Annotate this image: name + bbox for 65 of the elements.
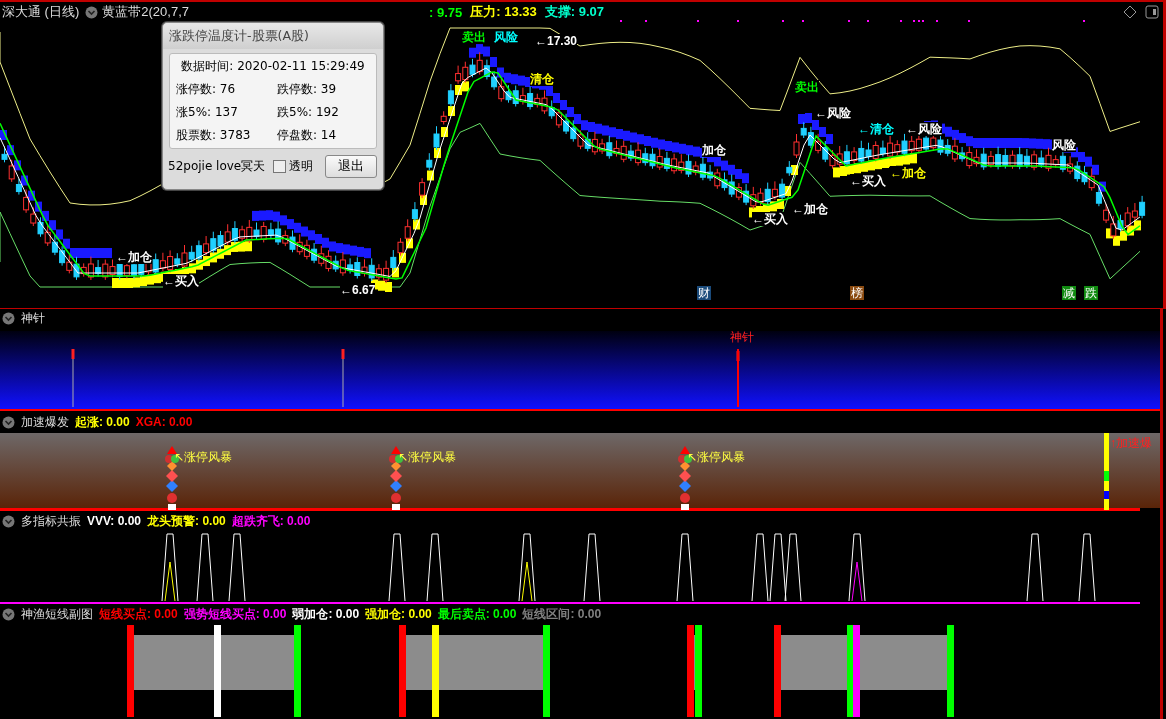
- collapse-icon[interactable]: [2, 607, 15, 621]
- panel-toggle-icon[interactable]: [1145, 5, 1159, 19]
- chart-annotation: ←风险: [815, 106, 851, 120]
- chart-annotation: 加仓: [702, 143, 726, 157]
- chart-annotation: ←17.30: [535, 34, 578, 48]
- legend-value: 弱加仓: 0.00: [292, 605, 360, 623]
- indicator-name: 黄蓝带2(20,7,7: [102, 3, 189, 21]
- exit-button[interactable]: 退出: [325, 155, 377, 178]
- stat-value: 停盘数: 14: [277, 127, 338, 144]
- signal-label: ↖涨停风暴: [687, 449, 746, 466]
- panel-title: 多指标共振: [21, 512, 81, 530]
- collapse-icon[interactable]: [2, 514, 15, 528]
- panel-title: 神渔短线副图: [21, 605, 93, 623]
- collapse-icon[interactable]: [85, 5, 99, 19]
- indicator-reading: 压力: 13.33: [470, 3, 537, 21]
- legend-value: 强势短线买点: 0.00: [183, 605, 287, 623]
- chart-annotation: 风险: [1052, 138, 1076, 152]
- chart-annotation: 卖出: [462, 30, 486, 44]
- chart-annotation: 风险: [494, 30, 518, 44]
- chart-annotation: ←加仓: [792, 202, 828, 216]
- legend-value: 龙头预警: 0.00: [147, 512, 226, 530]
- stat-value: 股票数: 3783: [176, 127, 252, 144]
- stat-value: 跌5%: 192: [277, 104, 340, 121]
- event-badge: 财: [697, 286, 711, 300]
- legend-value: 最后卖点: 0.00: [437, 605, 517, 623]
- chart-annotation: ←清仓: [858, 122, 894, 136]
- chart-annotation: ←买入: [752, 212, 788, 226]
- indicator-reading: 支撑: 9.07: [544, 3, 604, 21]
- chart-annotation: ←加仓: [116, 250, 152, 264]
- chart-annotation: ←风险: [906, 122, 942, 136]
- chart-annotation: 卖出: [795, 80, 819, 94]
- chart-annotation: ←买入: [163, 274, 199, 288]
- event-badge: 减: [1062, 286, 1076, 300]
- chart-annotation: ←6.67: [340, 283, 376, 297]
- indicator-reading: : 9.75: [429, 4, 463, 20]
- signal-label: 神针: [730, 329, 754, 346]
- stock-name: 深大通 (日线): [2, 3, 80, 21]
- legend-value: XGA: 0.00: [135, 415, 193, 429]
- chart-annotation: 清仓: [530, 72, 554, 86]
- stat-value: 跌停数: 39: [277, 81, 338, 98]
- edge-signal-label: ↑加速爆: [1110, 435, 1152, 452]
- transparent-checkbox[interactable]: [273, 160, 287, 173]
- event-badge: 跌: [1084, 286, 1098, 300]
- signal-label: ↖涨停风暴: [174, 449, 233, 466]
- collapse-icon[interactable]: [2, 415, 15, 429]
- chart-annotation: ←买入: [850, 174, 886, 188]
- dialog-title: 涨跌停温度计-股票(A股): [163, 23, 383, 49]
- legend-value: 强加仓: 0.00: [365, 605, 432, 623]
- panel-title: 神针: [21, 309, 45, 327]
- signal-label: ↖涨停风暴: [398, 449, 457, 466]
- stat-value: 涨停数: 76: [176, 81, 237, 98]
- collapse-icon[interactable]: [2, 311, 15, 325]
- credit-text: 52pojie love冥天: [168, 158, 266, 175]
- legend-value: 起涨: 0.00: [75, 413, 130, 431]
- legend-value: 短线区间: 0.00: [522, 605, 602, 623]
- data-time: 数据时间: 2020-02-11 15:29:49: [180, 58, 366, 75]
- panel-title: 加速爆发: [21, 413, 69, 431]
- event-badge: 榜: [850, 286, 864, 300]
- legend-value: 短线买点: 0.00: [99, 605, 178, 623]
- legend-value: VVV: 0.00: [87, 514, 142, 528]
- diamond-icon[interactable]: [1123, 5, 1137, 19]
- checkbox-label: 透明: [289, 158, 314, 175]
- chart-annotation: ←加仓: [890, 166, 926, 180]
- stat-value: 涨5%: 137: [176, 104, 239, 121]
- legend-value: 超跌齐飞: 0.00: [231, 512, 311, 530]
